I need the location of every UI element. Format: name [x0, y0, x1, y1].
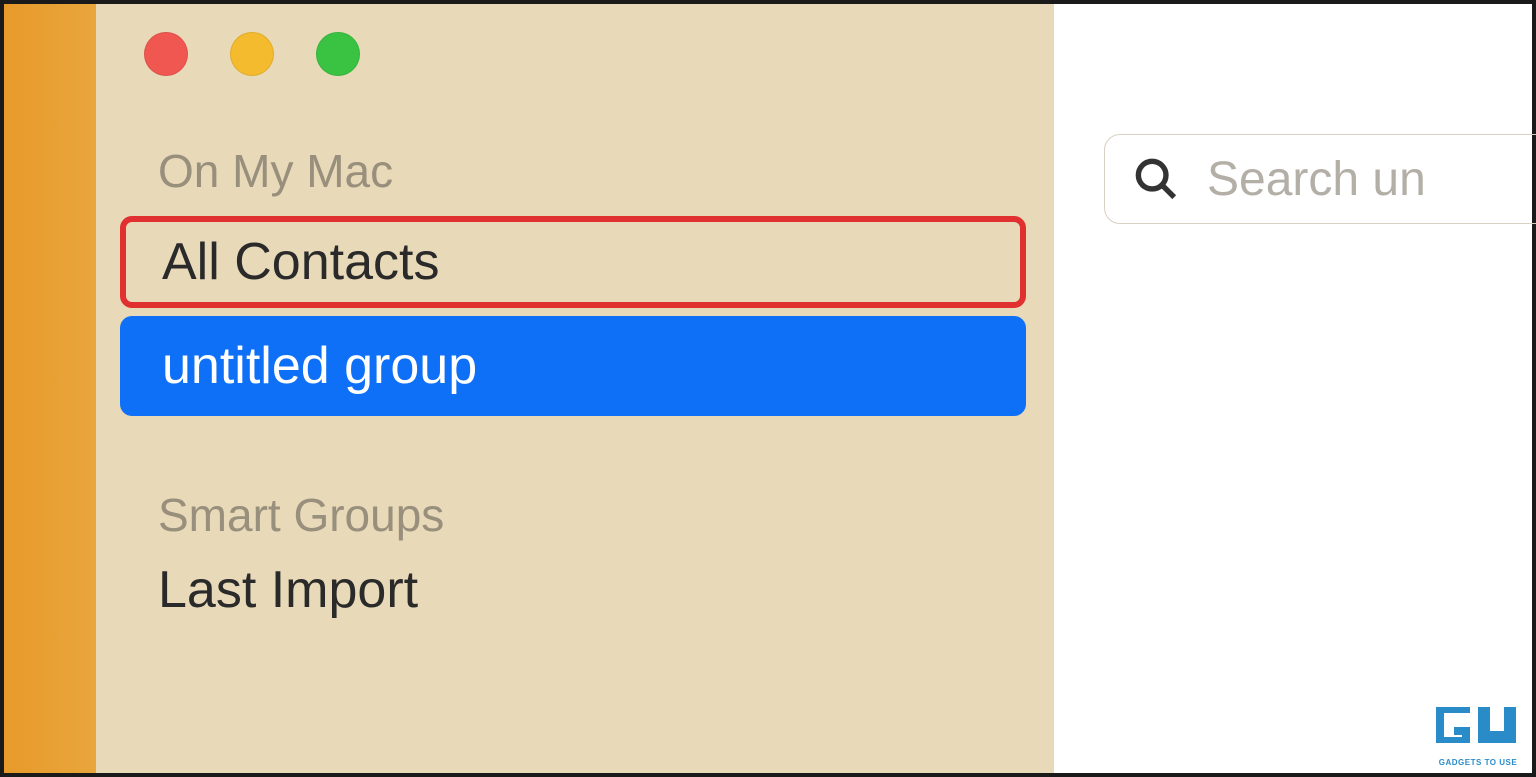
- sidebar-item-untitled-group[interactable]: untitled group: [120, 316, 1026, 416]
- watermark-logo-icon: [1428, 699, 1528, 751]
- zoom-button[interactable]: [316, 32, 360, 76]
- search-icon: [1133, 156, 1179, 202]
- search-container[interactable]: [1104, 134, 1536, 224]
- sidebar-item-label: untitled group: [162, 337, 477, 395]
- watermark: GADGETS TO USE: [1428, 699, 1528, 769]
- minimize-button[interactable]: [230, 32, 274, 76]
- section-header-on-my-mac: On My Mac: [96, 144, 1054, 198]
- contacts-sidebar: On My Mac All Contacts untitled group Sm…: [96, 4, 1054, 773]
- section-header-smart-groups: Smart Groups: [96, 488, 1054, 542]
- close-button[interactable]: [144, 32, 188, 76]
- search-input[interactable]: [1207, 152, 1536, 207]
- main-panel: [1054, 4, 1532, 773]
- sidebar-item-label: Last Import: [158, 561, 418, 619]
- window-controls: [96, 4, 1054, 76]
- desktop-edge: [4, 4, 96, 773]
- watermark-text: GADGETS TO USE: [1428, 758, 1528, 767]
- sidebar-item-label: All Contacts: [162, 233, 439, 291]
- sidebar-list: All Contacts untitled group: [96, 216, 1054, 416]
- sidebar-item-all-contacts[interactable]: All Contacts: [120, 216, 1026, 308]
- frame-border: On My Mac All Contacts untitled group Sm…: [0, 0, 1536, 777]
- sidebar-item-last-import[interactable]: Last Import: [96, 542, 1054, 620]
